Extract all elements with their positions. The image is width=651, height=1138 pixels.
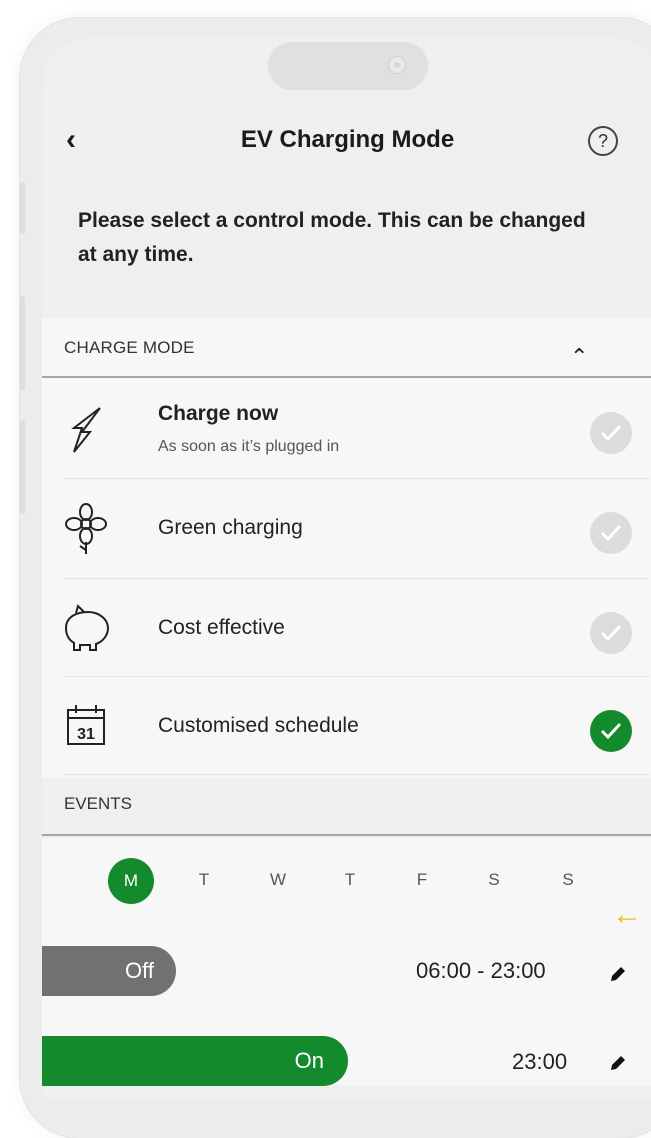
question-circle-icon[interactable]: ? (588, 126, 618, 156)
page-title: EV Charging Mode (240, 126, 455, 153)
check-icon[interactable] (590, 412, 632, 454)
day-friday[interactable]: F (402, 870, 442, 890)
option-subtitle: As soon as it’s plugged in (158, 438, 340, 455)
phone-side-button (20, 420, 25, 514)
day-thursday[interactable]: T (330, 870, 370, 890)
option-label: Customised schedule (158, 714, 359, 737)
chevron-up-icon[interactable]: ⌃ (570, 344, 588, 370)
events-heading: EVENTS (64, 794, 133, 813)
divider (64, 578, 650, 579)
divider (64, 774, 650, 775)
pencil-icon[interactable] (608, 964, 628, 984)
divider (64, 478, 650, 479)
pencil-icon[interactable] (608, 1053, 628, 1073)
day-saturday[interactable]: S (474, 870, 514, 890)
calendar-day: 31 (77, 726, 95, 743)
event-toggle-off[interactable]: Off (42, 946, 176, 996)
check-icon[interactable] (590, 710, 632, 752)
day-tuesday[interactable]: T (184, 870, 224, 890)
divider (42, 376, 651, 378)
option-cost-effective[interactable]: Cost effective (42, 580, 651, 678)
event-time: 23:00 (512, 1049, 568, 1074)
calendar-icon: 31 (67, 705, 105, 745)
option-label: Cost effective (158, 616, 285, 639)
intro-text: Please select a control mode. This can b… (78, 209, 586, 266)
camera-icon (388, 56, 406, 74)
toggle-label: Off (125, 958, 154, 983)
option-charge-now[interactable]: Charge now As soon as it’s plugged in (42, 380, 651, 478)
day-wednesday[interactable]: W (258, 870, 298, 890)
event-time: 06:00 - 23:00 (416, 958, 546, 983)
check-icon[interactable] (590, 512, 632, 554)
toggle-label: On (294, 1048, 324, 1073)
option-customised-schedule[interactable]: 31 Customised schedule (42, 678, 651, 776)
event-toggle-on[interactable]: On (42, 1036, 348, 1086)
check-icon[interactable] (590, 612, 632, 654)
charge-mode-heading: CHARGE MODE (64, 338, 195, 357)
piggy-bank-icon (64, 604, 110, 651)
arrow-left-icon: ← (612, 898, 642, 931)
day-sunday[interactable]: S (548, 870, 588, 890)
phone-side-button (20, 182, 25, 234)
divider (64, 676, 650, 677)
option-label: Charge now (158, 402, 279, 425)
divider (42, 834, 651, 836)
phone-side-button (20, 296, 25, 390)
day-monday[interactable]: M (108, 858, 154, 904)
option-label: Green charging (158, 516, 303, 539)
lightning-bolt-icon (71, 407, 101, 453)
flower-icon (65, 503, 107, 554)
option-green-charging[interactable]: Green charging (42, 480, 651, 578)
